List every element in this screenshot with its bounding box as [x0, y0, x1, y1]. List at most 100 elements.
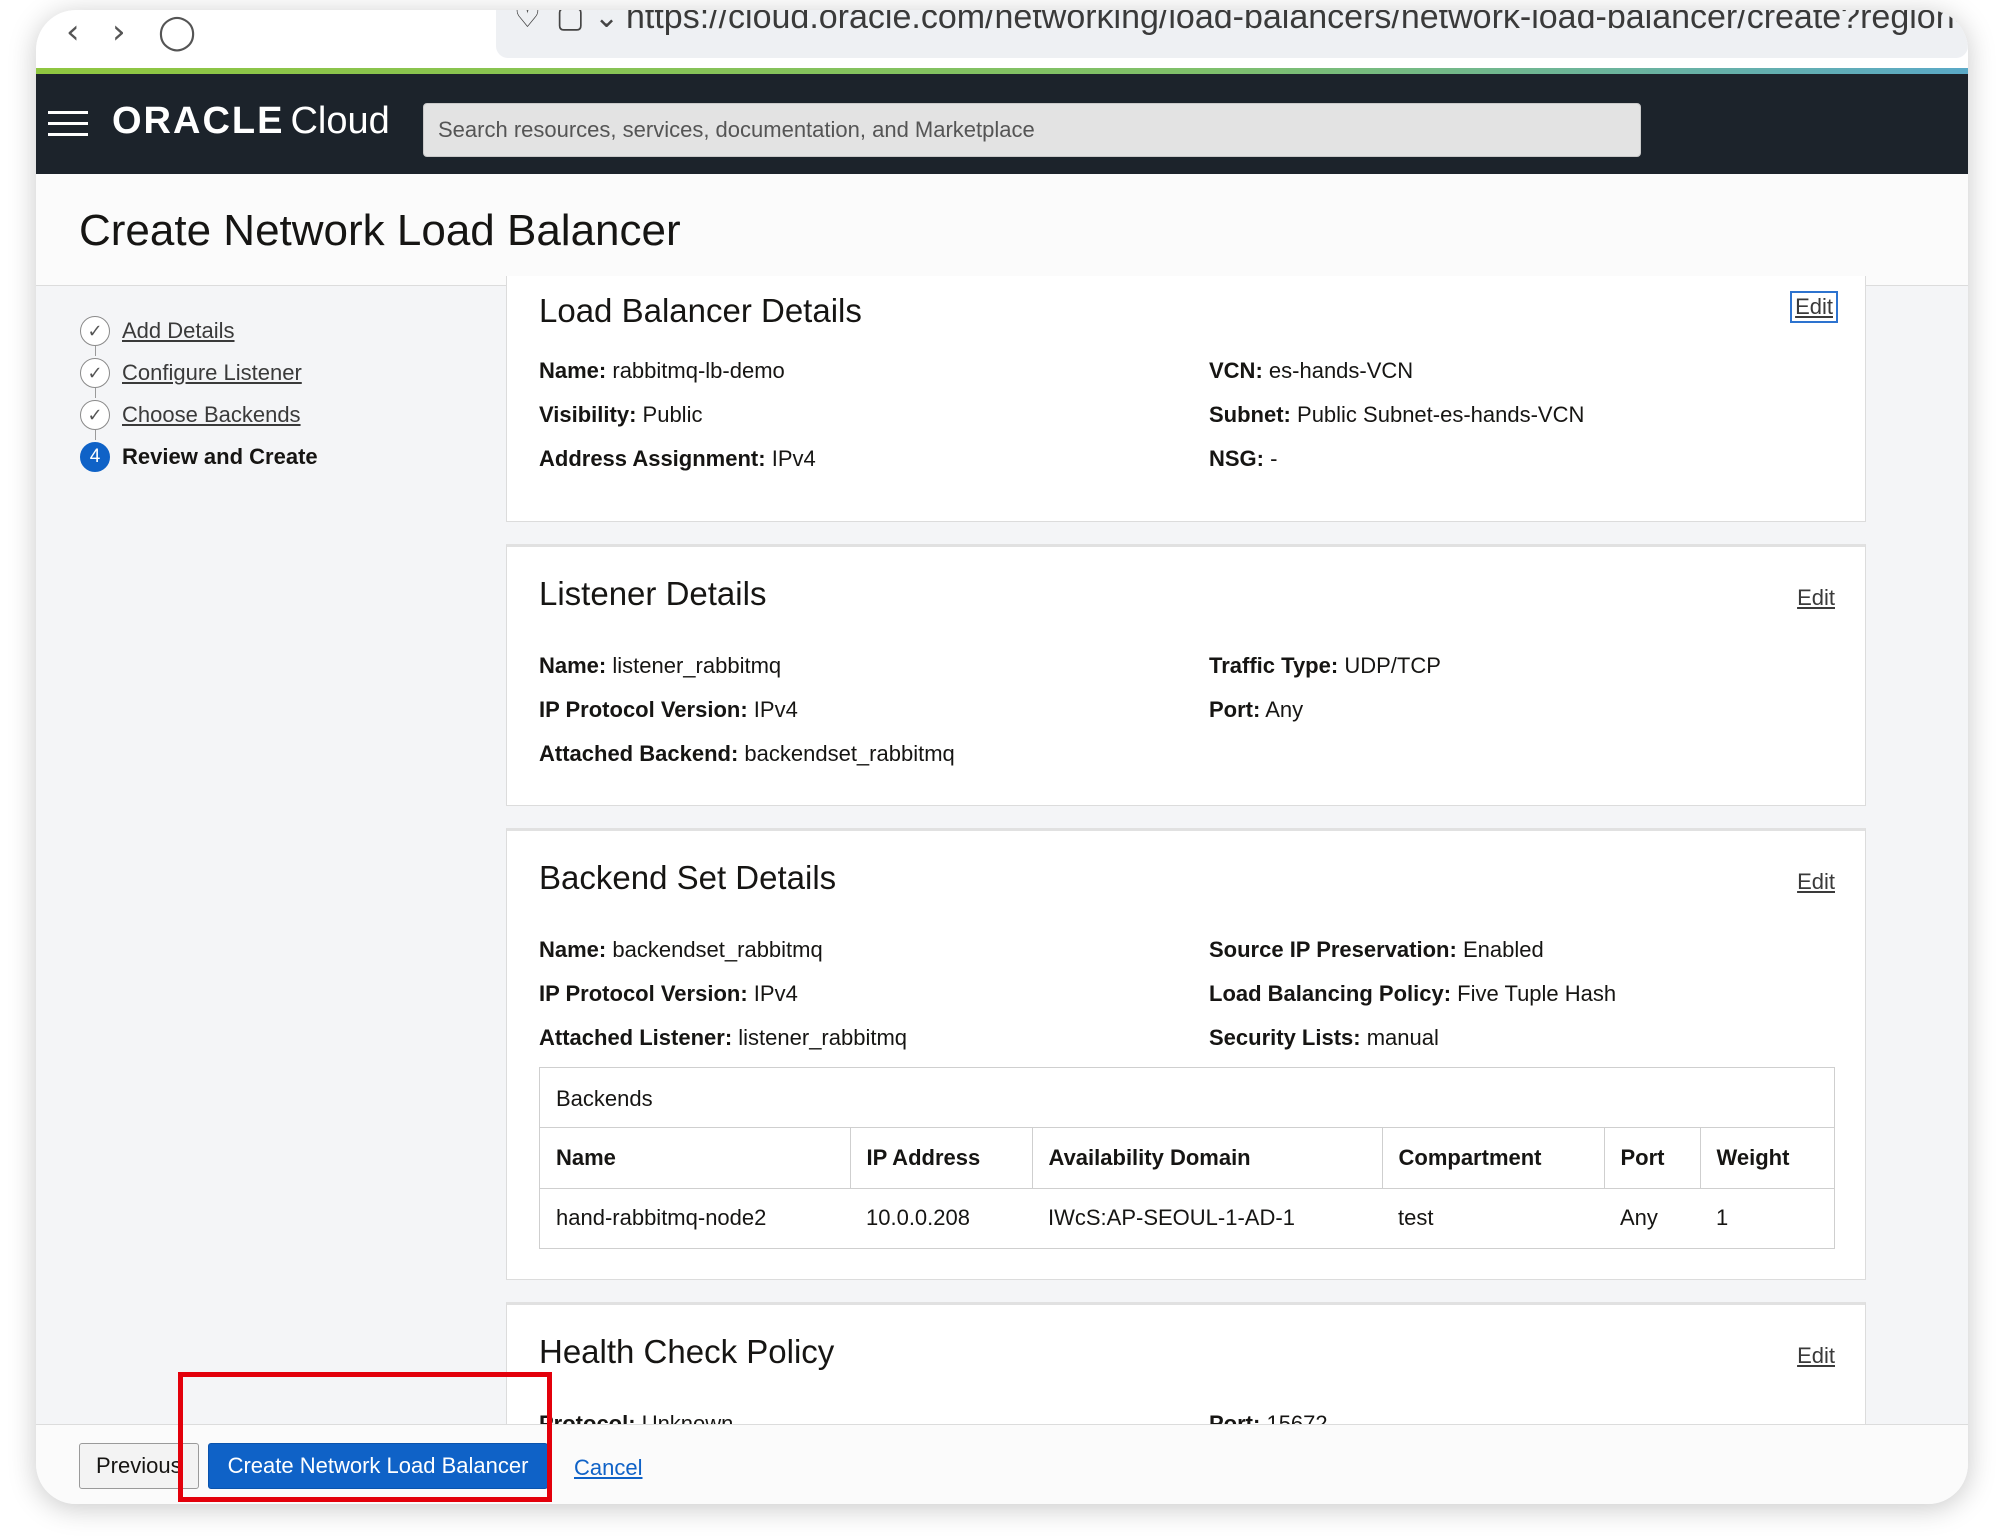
field-value: - — [1270, 446, 1278, 471]
listener-details-card: Listener Details Edit Name: listener_rab… — [506, 544, 1866, 806]
action-footer: Previous Create Network Load Balancer Ca… — [36, 1424, 1968, 1504]
field-value: listener_rabbitmq — [612, 653, 782, 678]
card-title: Listener Details — [539, 575, 767, 612]
listener-name-field: Name: listener_rabbitmq — [539, 653, 781, 679]
listener-ip-field: IP Protocol Version: IPv4 — [539, 697, 798, 723]
column-header[interactable]: Name — [540, 1128, 851, 1189]
lb-nsg-field: NSG: - — [1209, 446, 1277, 472]
field-value: manual — [1366, 1025, 1439, 1050]
tune-icon: ⌄ — [594, 10, 620, 35]
step-link[interactable]: Add Details — [122, 318, 235, 344]
lb-vcn-field: VCN: es-hands-VCN — [1209, 358, 1413, 384]
step-link[interactable]: Choose Backends — [122, 402, 301, 428]
browser-window: ‹ › ◯ ♡ ▢ ⌄ https://cloud.oracle.com/net… — [36, 10, 1968, 1504]
check-icon: ✓ — [80, 316, 110, 346]
table-cell: test — [1398, 1205, 1434, 1231]
step-current-label: Review and Create — [122, 444, 318, 469]
step-review-create: 4 Review and Create — [80, 436, 318, 478]
field-value: Any — [1265, 697, 1304, 722]
listener-backend-field: Attached Backend: backendset_rabbitmq — [539, 741, 955, 767]
field-label: Traffic Type: — [1209, 653, 1339, 678]
brand-name: ORACLE — [112, 100, 285, 142]
step-add-details[interactable]: ✓ Add Details — [80, 310, 318, 352]
bs-policy-field: Load Balancing Policy: Five Tuple Hash — [1209, 981, 1616, 1007]
field-value: es-hands-VCN — [1268, 358, 1414, 383]
lb-details-card: Load Balancer Details Edit Name: rabbitm… — [506, 276, 1866, 522]
oracle-cloud-logo[interactable]: ORACLE Cloud — [112, 100, 390, 143]
global-search[interactable] — [423, 103, 1641, 157]
card-title: Health Check Policy — [539, 1333, 835, 1370]
listener-port-field: Port: Any — [1209, 697, 1303, 723]
bs-preserve-field: Source IP Preservation: Enabled — [1209, 937, 1544, 963]
table-cell: 1 — [1716, 1205, 1729, 1231]
cancel-link[interactable]: Cancel — [574, 1455, 642, 1481]
create-nlb-button[interactable]: Create Network Load Balancer — [208, 1443, 548, 1489]
field-label: Address Assignment: — [539, 446, 766, 471]
lb-name-field: Name: rabbitmq-lb-demo — [539, 358, 785, 384]
wizard-steps: ✓ Add Details ✓ Configure Listener ✓ Cho… — [80, 310, 318, 478]
check-icon: ✓ — [80, 358, 110, 388]
bs-ip-field: IP Protocol Version: IPv4 — [539, 981, 798, 1007]
field-value: Public Subnet-es-hands-VCN — [1297, 402, 1585, 427]
brand-suffix: Cloud — [290, 100, 390, 142]
bs-seclist-field: Security Lists: manual — [1209, 1025, 1439, 1051]
field-value: rabbitmq-lb-demo — [612, 358, 785, 383]
column-header[interactable]: Weight — [1700, 1128, 1834, 1189]
edit-link[interactable]: Edit — [1790, 291, 1838, 323]
page-title: Create Network Load Balancer — [79, 206, 681, 255]
field-value: backendset_rabbitmq — [744, 741, 955, 766]
url-text[interactable]: https://cloud.oracle.com/networking/load… — [626, 10, 1968, 37]
edit-link[interactable]: Edit — [1797, 585, 1835, 611]
field-label: IP Protocol Version: — [539, 981, 748, 1006]
field-label: Name: — [539, 653, 607, 678]
field-value: listener_rabbitmq — [738, 1025, 908, 1050]
console-header: ORACLE Cloud — [36, 74, 1968, 174]
field-label: Name: — [539, 358, 607, 383]
page-header: Create Network Load Balancer — [36, 174, 1968, 286]
step-configure-listener[interactable]: ✓ Configure Listener — [80, 352, 318, 394]
table-header-row: Name IP Address Availability Domain Comp… — [540, 1128, 1834, 1189]
menu-icon[interactable] — [48, 111, 88, 137]
field-label: NSG: — [1209, 446, 1264, 471]
field-value: IPv4 — [753, 981, 798, 1006]
browser-toolbar: ‹ › ◯ ♡ ▢ ⌄ https://cloud.oracle.com/net… — [36, 10, 1968, 72]
previous-button[interactable]: Previous — [79, 1443, 199, 1489]
column-header[interactable]: Compartment — [1382, 1128, 1605, 1189]
step-choose-backends[interactable]: ✓ Choose Backends — [80, 394, 318, 436]
table-cell: hand-rabbitmq-node2 — [556, 1205, 767, 1231]
step-link[interactable]: Configure Listener — [122, 360, 302, 386]
field-label: Attached Backend: — [539, 741, 739, 766]
check-icon: ✓ — [80, 400, 110, 430]
search-input[interactable] — [438, 117, 1626, 143]
field-label: IP Protocol Version: — [539, 697, 748, 722]
table-cell: IWcS:AP-SEOUL-1-AD-1 — [1048, 1205, 1295, 1231]
step-number-badge: 4 — [80, 442, 110, 472]
lb-subnet-field: Subnet: Public Subnet-es-hands-VCN — [1209, 402, 1584, 428]
field-label: Name: — [539, 937, 607, 962]
card-title: Backend Set Details — [539, 859, 837, 896]
bs-name-field: Name: backendset_rabbitmq — [539, 937, 823, 963]
table-caption: Backends — [540, 1068, 1834, 1128]
table-cell: Any — [1620, 1205, 1658, 1231]
field-value: backendset_rabbitmq — [612, 937, 823, 962]
lb-visibility-field: Visibility: Public — [539, 402, 702, 428]
field-label: Visibility: — [539, 402, 637, 427]
address-bar[interactable]: ♡ ▢ ⌄ https://cloud.oracle.com/networkin… — [496, 10, 1968, 58]
table-cell: 10.0.0.208 — [866, 1205, 970, 1231]
table-row: hand-rabbitmq-node2 10.0.0.208 IWcS:AP-S… — [540, 1188, 1834, 1248]
field-value: Five Tuple Hash — [1457, 981, 1617, 1006]
field-label: Port: — [1209, 697, 1261, 722]
edit-link[interactable]: Edit — [1797, 1343, 1835, 1369]
listener-traffic-field: Traffic Type: UDP/TCP — [1209, 653, 1441, 679]
column-header[interactable]: IP Address — [850, 1128, 1033, 1189]
field-value: UDP/TCP — [1344, 653, 1441, 678]
backends-table: Backends Name IP Address Availability Do… — [539, 1067, 1835, 1249]
edit-link[interactable]: Edit — [1797, 869, 1835, 895]
field-label: Subnet: — [1209, 402, 1291, 427]
column-header[interactable]: Port — [1604, 1128, 1701, 1189]
column-header[interactable]: Availability Domain — [1032, 1128, 1383, 1189]
bs-listener-field: Attached Listener: listener_rabbitmq — [539, 1025, 907, 1051]
page-icon: ▢ — [556, 10, 585, 35]
browser-nav-icons[interactable]: ‹ › ◯ — [66, 12, 196, 52]
shield-icon: ♡ — [514, 10, 541, 35]
